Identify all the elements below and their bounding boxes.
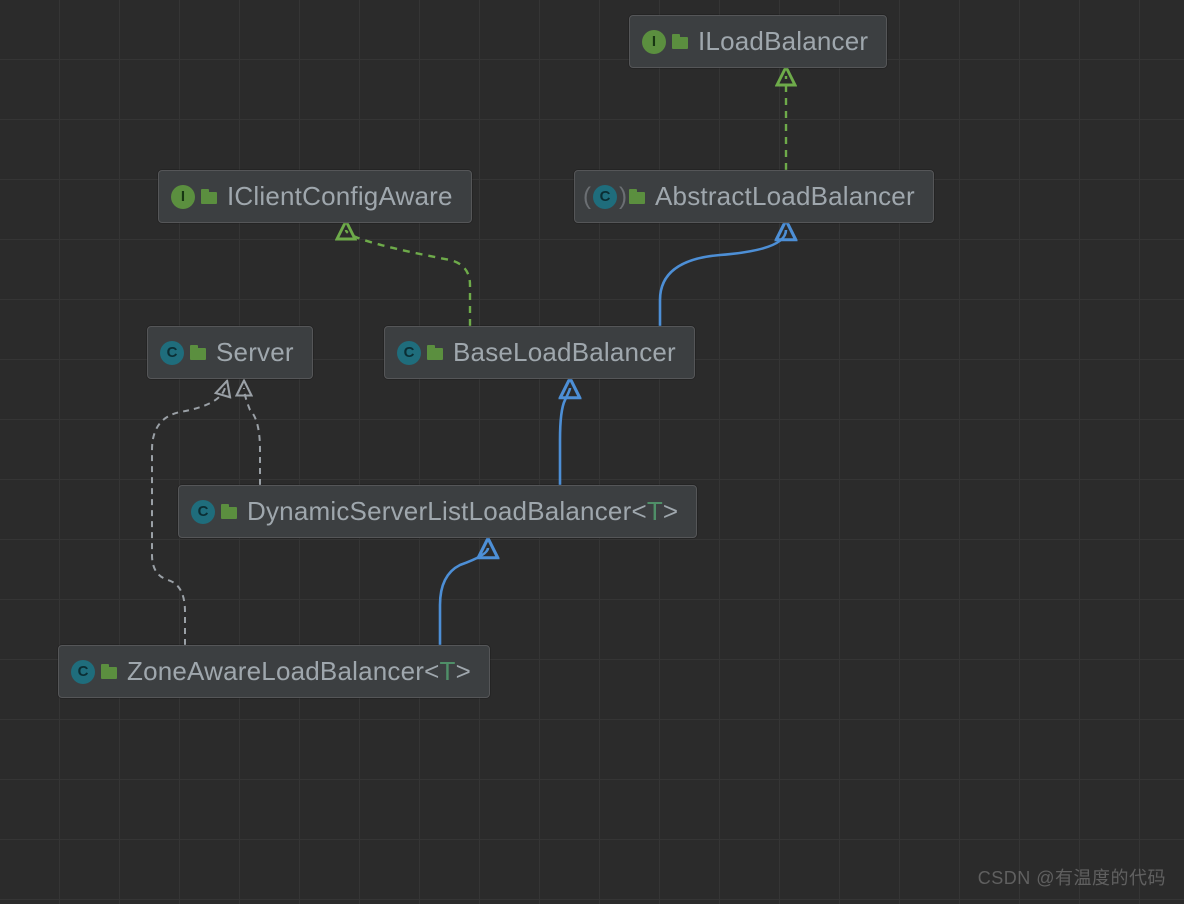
package-icon (190, 345, 206, 361)
badge-icon: I (642, 30, 666, 54)
node-label: ILoadBalancer (698, 26, 868, 57)
badge-icon: C (160, 341, 184, 365)
paren-left: ( (583, 183, 591, 211)
node-label: DynamicServerListLoadBalancer<T> (247, 496, 678, 527)
package-icon (221, 504, 237, 520)
node-zoneawareloadbalancer[interactable]: C ZoneAwareLoadBalancer<T> (58, 645, 490, 698)
badge-icon: C (593, 185, 617, 209)
package-icon (201, 189, 217, 205)
abstract-class-icon: ( C ) (587, 183, 645, 211)
node-label: ZoneAwareLoadBalancer<T> (127, 656, 471, 687)
badge-icon: C (71, 660, 95, 684)
node-dynamicserverlistloadbalancer[interactable]: C DynamicServerListLoadBalancer<T> (178, 485, 697, 538)
node-baseloadbalancer[interactable]: C BaseLoadBalancer (384, 326, 695, 379)
node-label: Server (216, 337, 294, 368)
package-icon (427, 345, 443, 361)
interface-icon: I (171, 185, 217, 209)
node-label: BaseLoadBalancer (453, 337, 676, 368)
paren-right: ) (619, 183, 627, 211)
background-grid (0, 0, 1184, 904)
badge-icon: I (171, 185, 195, 209)
node-abstractloadbalancer[interactable]: ( C ) AbstractLoadBalancer (574, 170, 934, 223)
class-icon: C (397, 341, 443, 365)
node-iloadbalancer[interactable]: I ILoadBalancer (629, 15, 887, 68)
class-icon: C (191, 500, 237, 524)
class-icon: C (160, 341, 206, 365)
package-icon (101, 664, 117, 680)
node-server[interactable]: C Server (147, 326, 313, 379)
node-iclientconfigaware[interactable]: I IClientConfigAware (158, 170, 472, 223)
badge-icon: C (191, 500, 215, 524)
badge-icon: C (397, 341, 421, 365)
class-icon: C (71, 660, 117, 684)
node-label: AbstractLoadBalancer (655, 181, 915, 212)
watermark: CSDN @有温度的代码 (978, 864, 1166, 890)
node-label: IClientConfigAware (227, 181, 453, 212)
package-icon (672, 34, 688, 50)
interface-icon: I (642, 30, 688, 54)
package-icon (629, 189, 645, 205)
